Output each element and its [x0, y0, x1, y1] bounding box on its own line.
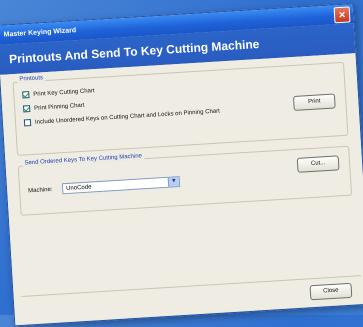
wizard-window: Master Keying Wizard ✕ Printouts And Sen… [0, 3, 363, 327]
stage: Master Keying Wizard ✕ Printouts And Sen… [0, 0, 363, 327]
print-button[interactable]: Print [292, 93, 336, 111]
wizard-body: Printouts Print Key Cutting Chart Print … [0, 53, 363, 325]
print-key-cutting-chart-option[interactable]: Print Key Cutting Chart [22, 87, 95, 99]
print-key-cutting-chart-label: Print Key Cutting Chart [33, 87, 95, 98]
close-icon[interactable]: ✕ [333, 6, 351, 24]
machine-select-value: UnoCode [65, 184, 92, 193]
close-button[interactable]: Close [309, 282, 353, 301]
machine-select[interactable]: UnoCode ▼ [61, 176, 181, 195]
include-unordered-checkbox[interactable] [23, 119, 32, 127]
print-pinning-chart-option[interactable]: Print Pinning Chart [22, 102, 85, 113]
include-unordered-label: Include Unordered Keys on Cutting Chart … [34, 108, 220, 126]
printouts-legend: Printouts [17, 75, 46, 83]
print-pinning-chart-label: Print Pinning Chart [34, 102, 85, 112]
machine-label: Machine: [28, 186, 53, 195]
print-pinning-chart-checkbox[interactable] [22, 105, 31, 113]
print-key-cutting-chart-checkbox[interactable] [22, 91, 30, 99]
window-title: Master Keying Wizard [3, 27, 77, 39]
printouts-group: Printouts Print Key Cutting Chart Print … [12, 61, 349, 156]
cut-button[interactable]: Cut... [296, 155, 340, 173]
chevron-down-icon[interactable]: ▼ [167, 177, 180, 187]
send-to-machine-group: Send Ordered Keys To Key Cutting Machine… [17, 145, 353, 216]
send-legend: Send Ordered Keys To Key Cutting Machine [22, 153, 145, 167]
